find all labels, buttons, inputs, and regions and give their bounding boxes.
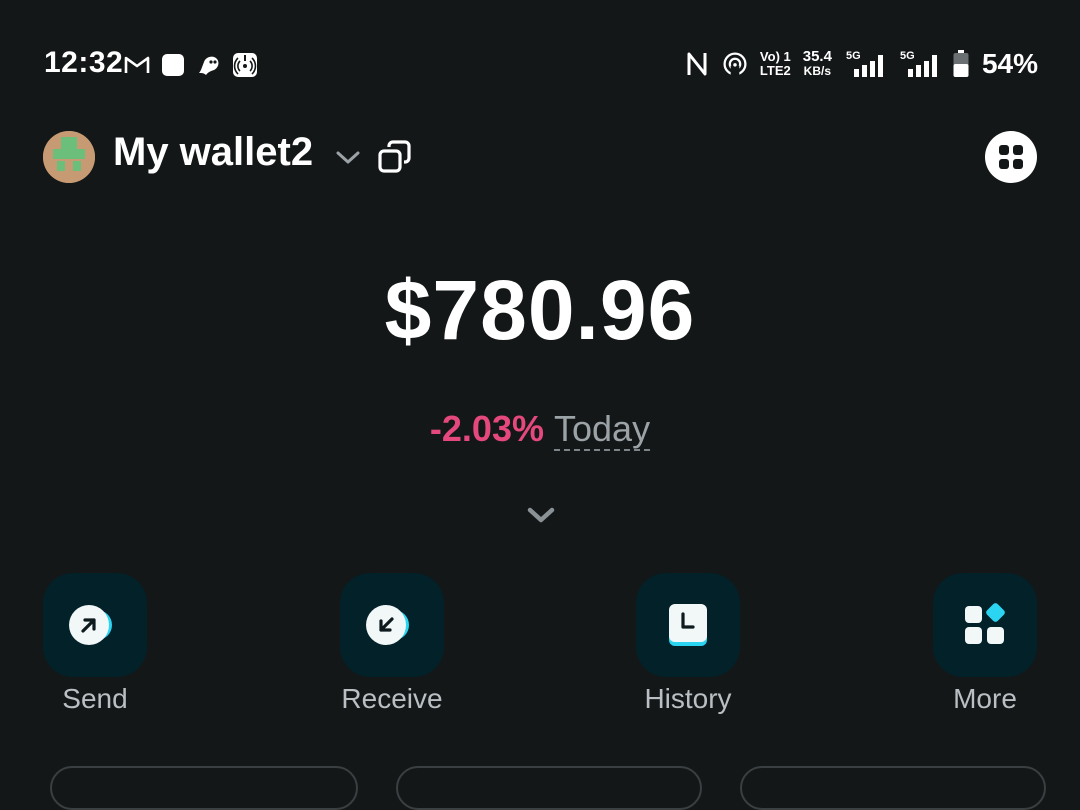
nfc-icon [684, 51, 710, 77]
history-button[interactable] [636, 573, 740, 677]
speed-unit: KB/s [803, 64, 832, 78]
status-time: 12:32 [44, 46, 124, 79]
notification-icons [124, 52, 258, 78]
sim1-signal: 5G [844, 49, 886, 79]
status-bar: 12:32 Vo) 1 LTE2 35.4 KB/s 5G 5G 54% [0, 0, 1080, 130]
receive-button[interactable] [340, 573, 444, 677]
signal-bars-icon [907, 55, 937, 77]
bottom-chip-2[interactable] [396, 766, 702, 810]
send-label: Send [62, 683, 128, 714]
history-clock-icon [669, 604, 707, 646]
more-action[interactable]: More [933, 573, 1037, 714]
more-button[interactable] [933, 573, 1037, 677]
network-type: Vo) 1 LTE2 [760, 50, 791, 78]
bottom-chip-1[interactable] [50, 766, 358, 810]
receive-arrow-icon [366, 605, 409, 645]
signal-bars-icon [853, 55, 883, 77]
battery-percent: 54% [981, 48, 1038, 79]
speed-value: 35.4 [802, 48, 832, 65]
lte-label: LTE2 [759, 63, 791, 78]
wallet-avatar[interactable] [43, 131, 95, 183]
sim2-signal: 5G [898, 49, 940, 79]
chevron-down-icon[interactable] [334, 145, 362, 169]
percent-change: -2.03% [429, 408, 544, 449]
expand-chevron-icon[interactable] [522, 500, 560, 532]
balance-change-row: -2.03% Today [0, 408, 1080, 451]
status-right: Vo) 1 LTE2 35.4 KB/s 5G 5G 54% [684, 48, 1038, 80]
wallet-name[interactable]: My wallet2 [113, 130, 313, 175]
bottom-chip-3[interactable] [740, 766, 1046, 810]
total-balance: $780.96 [384, 263, 696, 357]
copy-icon[interactable] [376, 138, 414, 176]
history-action[interactable]: History [636, 573, 740, 714]
gmail-icon [124, 52, 150, 78]
snapchat-ghost-icon [196, 52, 222, 78]
change-period[interactable]: Today [554, 408, 651, 451]
send-action[interactable]: Send [43, 573, 147, 714]
send-button[interactable] [43, 573, 147, 677]
more-grid-icon [965, 603, 1005, 644]
history-label: History [644, 683, 732, 714]
volte-label: Vo) 1 [759, 49, 791, 64]
send-arrow-icon [69, 605, 112, 645]
hotspot-icon [232, 52, 258, 78]
data-speed: 35.4 KB/s [802, 48, 832, 78]
receive-label: Receive [341, 683, 443, 714]
wifi-calling-icon [722, 51, 748, 77]
avatar-pattern-icon [43, 131, 95, 183]
receive-action[interactable]: Receive [340, 573, 444, 714]
app-square-icon [160, 52, 186, 78]
dapps-grid-button[interactable] [985, 131, 1037, 183]
grid-icon [999, 145, 1023, 169]
more-label: More [953, 683, 1017, 714]
battery-icon [952, 50, 970, 77]
